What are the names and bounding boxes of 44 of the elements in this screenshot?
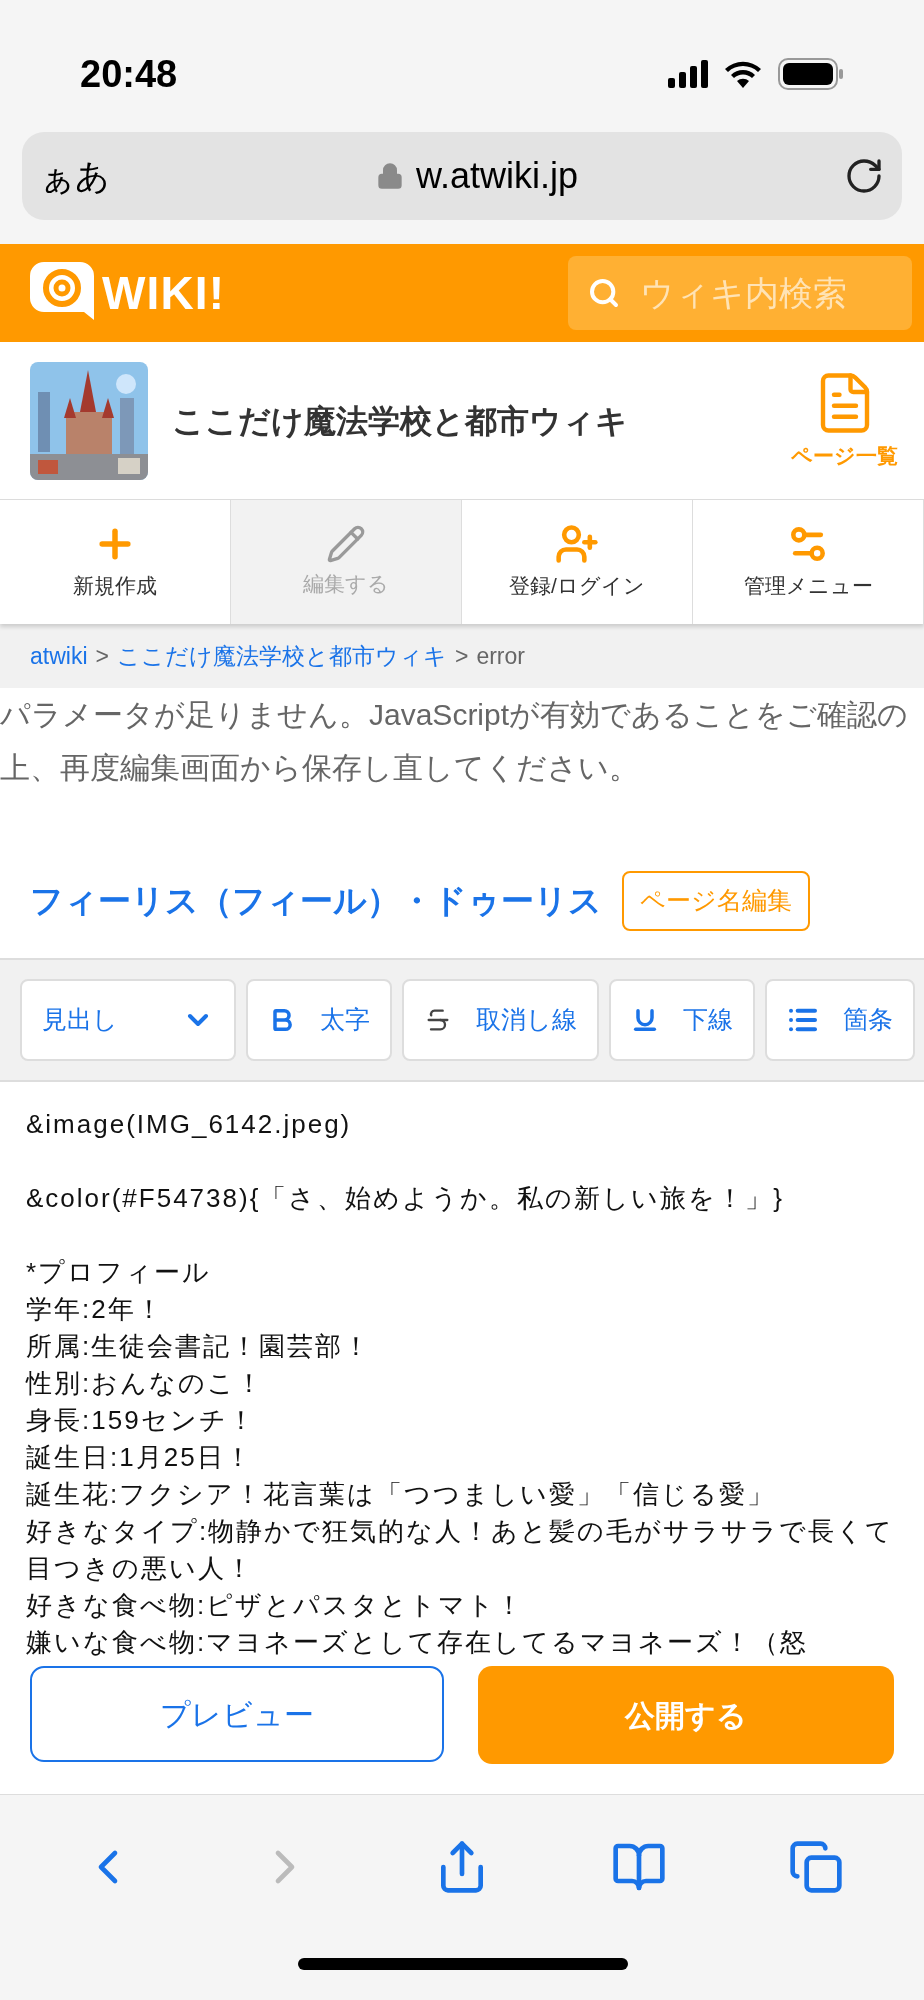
editor-line: 好きなタイプ:物静かで狂気的な人！あと髪の毛がサラサラで長くて目つきの悪い人！ (26, 1515, 896, 1585)
editor-line: 誕生日:1月25日！ (26, 1441, 254, 1474)
editor-line: 嫌いな食べ物:マヨネーズとして存在してるマヨネーズ！（怒 (26, 1626, 810, 1659)
format-button[interactable]: 箇条 (765, 979, 915, 1061)
breadcrumb-current: error (476, 641, 525, 671)
nav-button[interactable]: 登録/ログイン (462, 500, 693, 624)
preview-button[interactable]: プレビュー (30, 1666, 444, 1762)
site-title[interactable]: ここだけ魔法学校と都市ウィキ (172, 396, 767, 445)
format-button[interactable]: 下線 (609, 979, 755, 1061)
editor-line: 性別:おんなのこ！ (26, 1367, 266, 1400)
search-field[interactable]: ウィキ内検索 (568, 256, 912, 330)
editor-line: 身長:159センチ！ (26, 1404, 257, 1437)
pencil-icon (326, 524, 366, 565)
editor-line: 好きな食べ物:ピザとパスタとトマト！ (26, 1589, 526, 1622)
format-button[interactable]: 太字 (246, 979, 392, 1061)
breadcrumb-separator: > (454, 641, 469, 671)
breadcrumb-separator: > (95, 641, 109, 671)
underline-icon (631, 1006, 659, 1034)
nav-button[interactable]: 新規作成 (0, 500, 231, 624)
nav-button[interactable]: 管理メニュー (693, 500, 924, 624)
logo-text: WIKI! (102, 265, 226, 321)
reload-icon[interactable] (844, 156, 884, 196)
editor-line: *プロフィール (26, 1256, 213, 1289)
wifi-icon (724, 60, 762, 88)
editor-line: &image(IMG_6142.jpeg) (26, 1108, 353, 1141)
address-bar[interactable]: ぁあ w.atwiki.jp (22, 132, 902, 220)
format-button[interactable]: 取消し線 (402, 979, 599, 1061)
editor-line: 誕生花:フクシア！花言葉は「つつましい愛」「信じる愛」 (26, 1478, 777, 1511)
tabs-icon[interactable] (787, 1839, 844, 1895)
error-message: パラメータが足りません。JavaScriptが有効であることをご確認の上、再度編集画面から保存し直してください。 (0, 697, 910, 786)
status-time: 20:48 (80, 51, 178, 97)
breadcrumb-link[interactable]: ここだけ魔法学校と都市ウィキ (116, 638, 447, 674)
url-text: w.atwiki.jp (415, 154, 579, 198)
search-icon (588, 277, 620, 309)
battery-icon (778, 58, 844, 90)
text-size-button[interactable]: ぁあ (40, 150, 110, 202)
heading-dropdown[interactable]: 見出し (20, 979, 236, 1061)
editor-line: &color(#F54738){「さ、始めようか。私の新しい旅を！」} (26, 1182, 786, 1215)
signal-icon (668, 60, 708, 88)
page-title: フィーリス（フィール）・ドゥーリス (30, 881, 602, 922)
lock-icon (375, 162, 404, 190)
editor-line: 所属:生徒会書記！園芸部！ (26, 1330, 373, 1363)
breadcrumb-link[interactable]: atwiki (30, 638, 88, 674)
editor-line: 学年:2年！ (26, 1293, 165, 1326)
